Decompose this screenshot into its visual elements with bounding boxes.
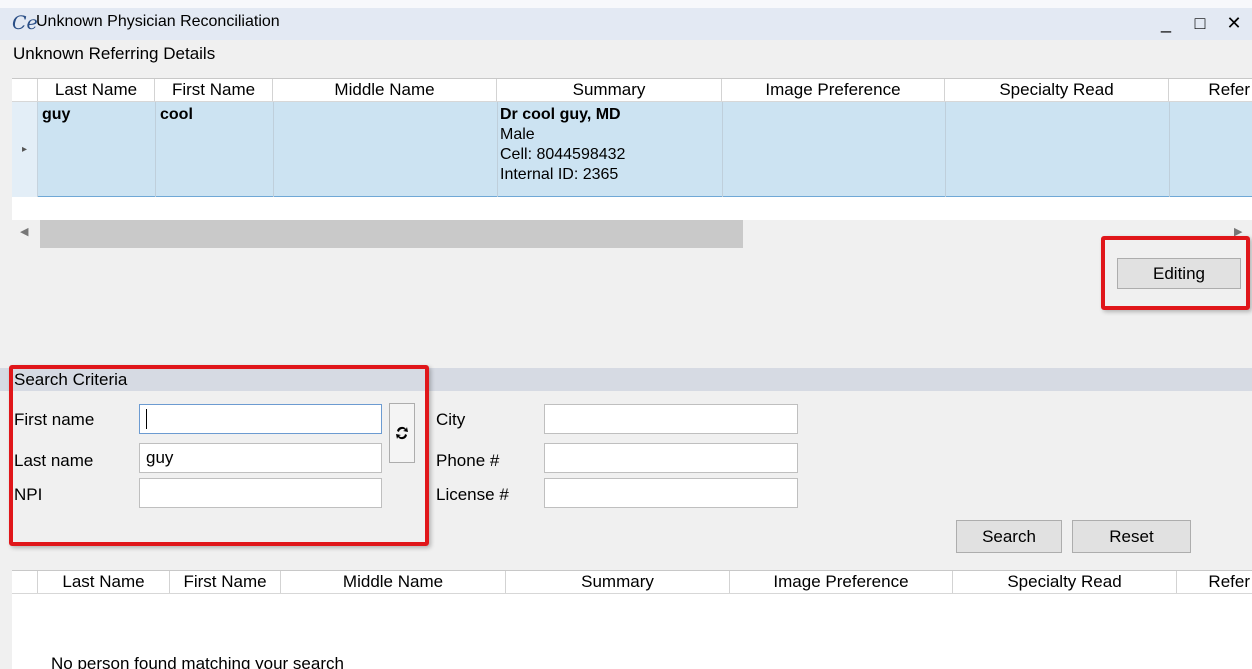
grid-header: Last Name First Name Middle Name Summary… (12, 79, 1252, 102)
cell-summary: Dr cool guy, MD Male Cell: 8044598432 In… (500, 105, 625, 185)
col-header-image-preference[interactable]: Image Preference (722, 79, 945, 101)
page-top-strip (0, 0, 1252, 8)
search-results-grid: Last Name First Name Middle Name Summary… (12, 570, 1252, 669)
cell-last-name: guy (42, 106, 71, 123)
results-col-first-name[interactable]: First Name (170, 571, 281, 593)
minimize-icon: _ (1160, 13, 1171, 33)
results-col-image-preference[interactable]: Image Preference (730, 571, 953, 593)
results-col-refer[interactable]: Refer (1177, 571, 1252, 593)
col-header-first-name[interactable]: First Name (155, 79, 273, 101)
row-pointer-icon: ▸ (12, 102, 38, 197)
row-header-corner (12, 79, 38, 101)
summary-name: Dr cool guy, MD (500, 106, 621, 123)
results-col-summary[interactable]: Summary (506, 571, 730, 593)
col-header-last-name[interactable]: Last Name (38, 79, 155, 101)
title-bar: Ce Unknown Physician Reconciliation _ □ … (0, 8, 1252, 40)
maximize-icon: □ (1194, 13, 1206, 33)
summary-gender: Male (500, 126, 535, 143)
results-col-last-name[interactable]: Last Name (38, 571, 170, 593)
maximize-button[interactable]: □ (1186, 10, 1214, 36)
results-row-header-corner (12, 571, 38, 593)
table-row[interactable]: ▸ guy cool Dr cool guy, MD Male Cell: 80… (12, 102, 1252, 197)
scroll-left-icon[interactable]: ◀ (20, 225, 28, 238)
city-label: City (436, 410, 466, 429)
search-criteria-highlight-box (9, 365, 429, 546)
scrollbar-thumb[interactable] (40, 220, 743, 248)
close-icon: ✕ (1226, 13, 1242, 33)
app-logo-icon: Ce (12, 12, 38, 34)
license-label: License # (436, 485, 509, 504)
results-col-middle-name[interactable]: Middle Name (281, 571, 506, 593)
cell-first-name: cool (160, 106, 193, 123)
phone-field[interactable] (544, 443, 798, 473)
col-header-specialty-read[interactable]: Specialty Read (945, 79, 1169, 101)
empty-results-message: No person found matching your search (51, 654, 344, 669)
results-col-specialty-read[interactable]: Specialty Read (953, 571, 1177, 593)
summary-internal-id: Internal ID: 2365 (500, 166, 619, 183)
col-header-summary[interactable]: Summary (497, 79, 722, 101)
referring-details-grid: Last Name First Name Middle Name Summary… (12, 78, 1252, 220)
window-title: Unknown Physician Reconciliation (36, 13, 280, 30)
col-header-refer[interactable]: Refer (1169, 79, 1252, 101)
reset-button[interactable]: Reset (1072, 520, 1191, 553)
unknown-referring-details-label: Unknown Referring Details (13, 44, 216, 63)
search-button[interactable]: Search (956, 520, 1062, 553)
license-field[interactable] (544, 478, 798, 508)
reconciliation-window: Ce Unknown Physician Reconciliation _ □ … (0, 8, 1252, 669)
horizontal-scrollbar[interactable]: ◀ ▶ (12, 220, 1252, 248)
editing-button[interactable]: Editing (1117, 258, 1241, 289)
phone-label: Phone # (436, 451, 500, 470)
close-button[interactable]: ✕ (1220, 10, 1248, 36)
minimize-button[interactable]: _ (1152, 10, 1180, 36)
city-field[interactable] (544, 404, 798, 434)
col-header-middle-name[interactable]: Middle Name (273, 79, 497, 101)
results-grid-header: Last Name First Name Middle Name Summary… (12, 571, 1252, 594)
summary-cell: Cell: 8044598432 (500, 146, 626, 163)
